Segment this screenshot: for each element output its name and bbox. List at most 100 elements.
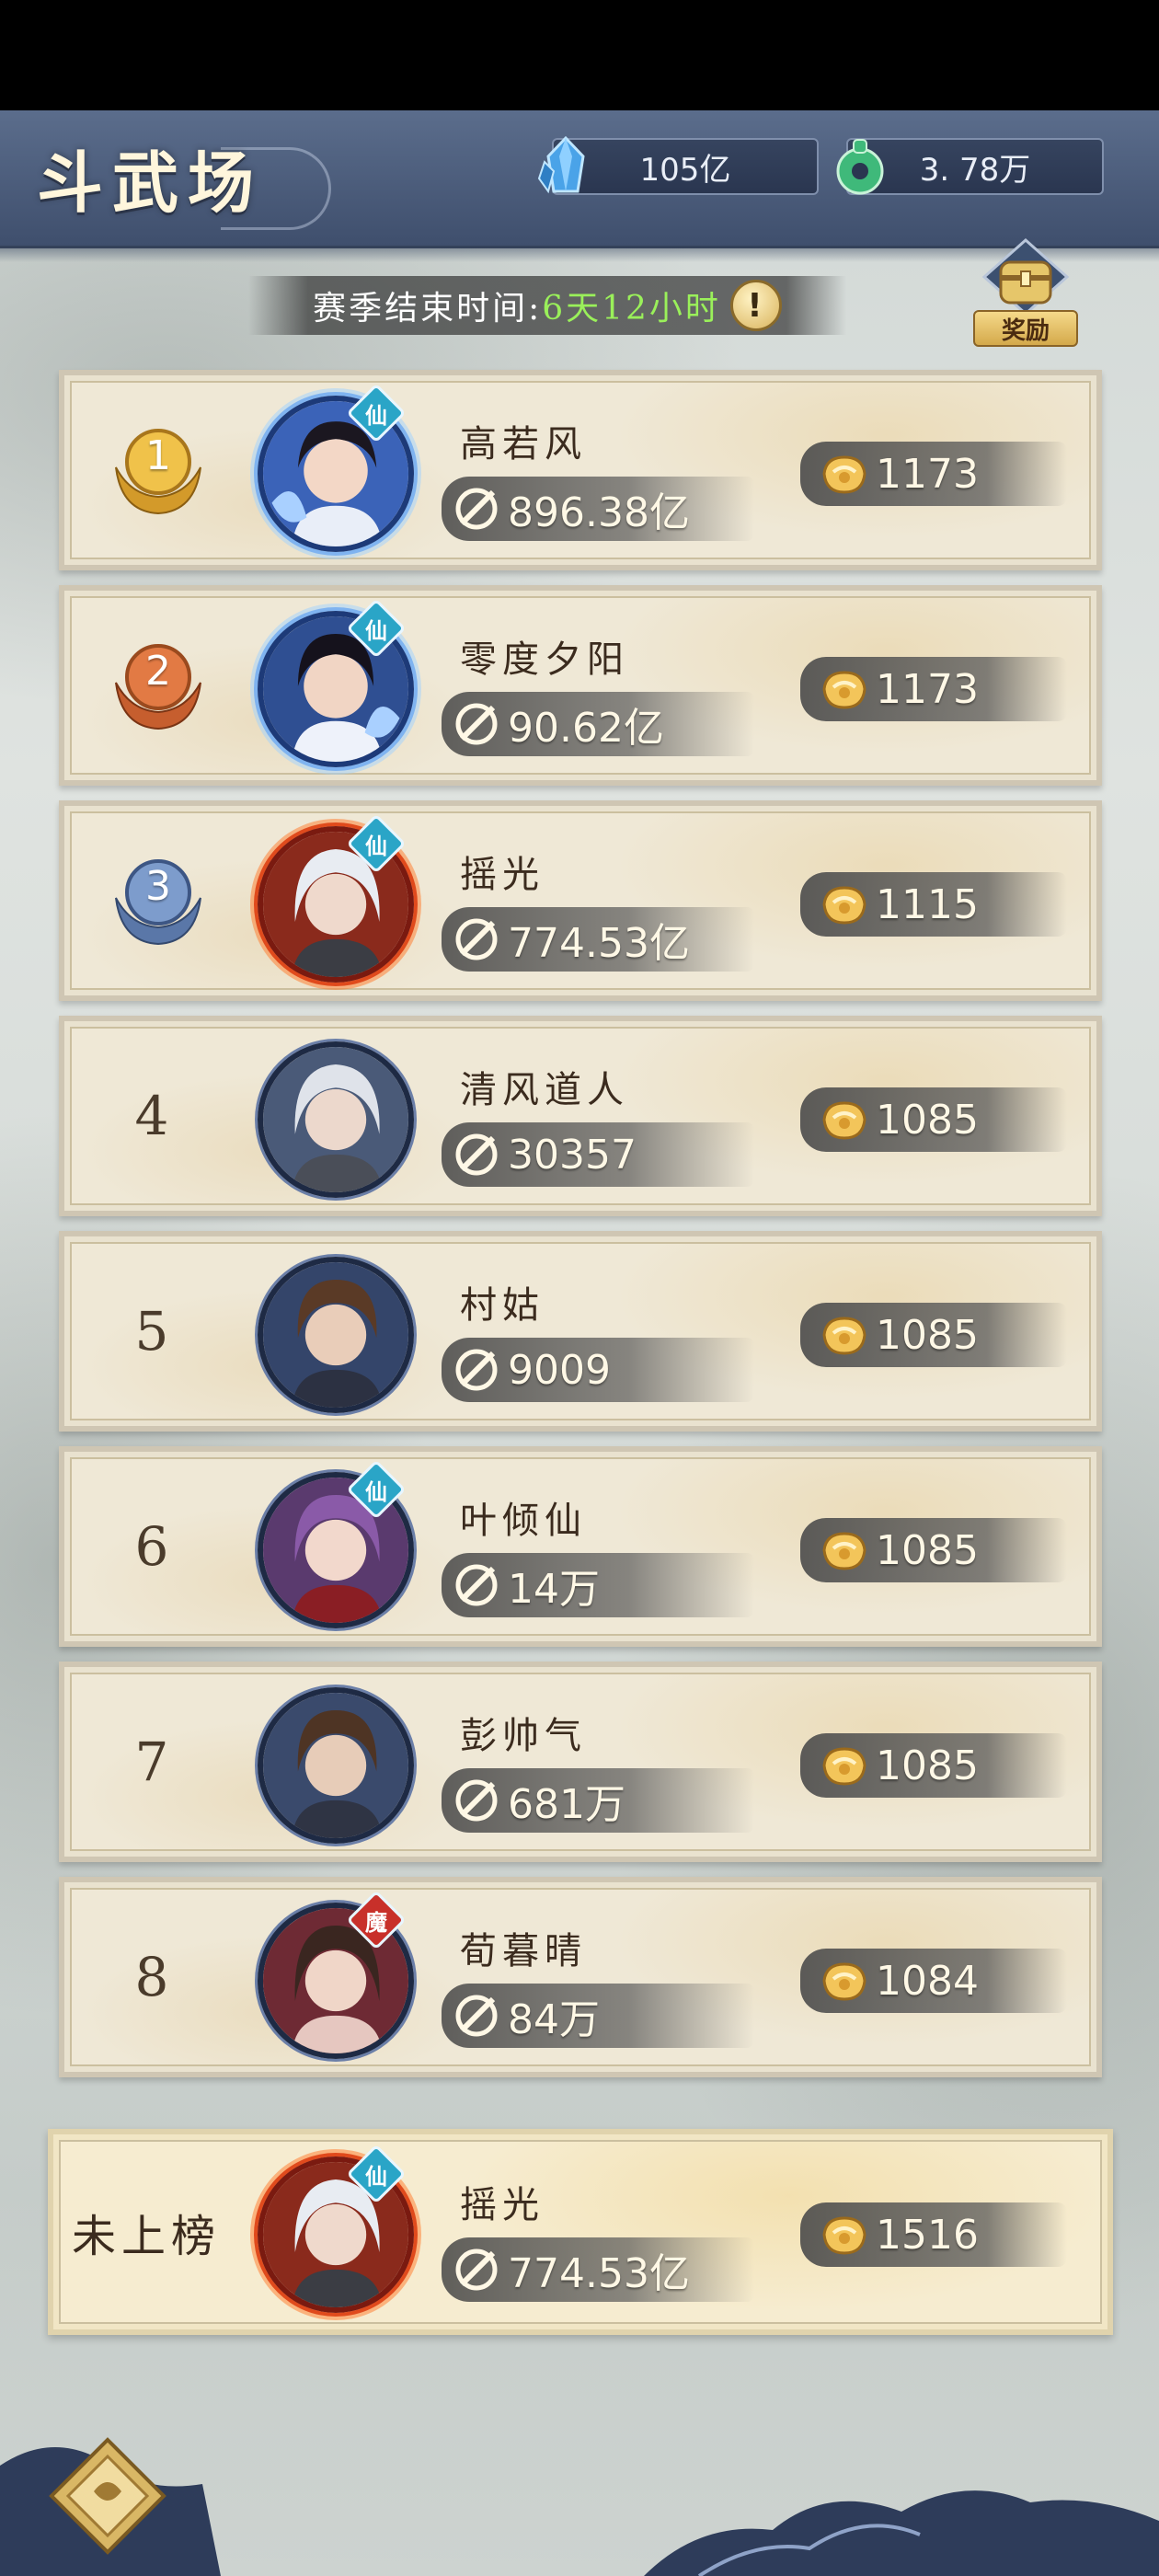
gold-ingot-score-icon [822, 1101, 866, 1140]
power-value: 774.53亿 [508, 2250, 690, 2297]
score-value: 1085 [876, 1526, 979, 1574]
ranking-row-1[interactable]: 1 仙 高若风 896.38亿 1173 [59, 370, 1102, 570]
gold-ingot-score-icon [822, 1747, 866, 1786]
avatar[interactable] [258, 1687, 414, 1844]
score-value: 1085 [876, 1096, 979, 1144]
score-value: 1173 [876, 665, 979, 713]
player-name: 零度夕阳 [460, 638, 629, 681]
gem-currency[interactable]: 105亿 [537, 135, 819, 195]
score-value: 1085 [876, 1742, 979, 1789]
rank-number: 6 [134, 1515, 169, 1578]
sword-power-icon [455, 1995, 498, 2037]
sword-power-icon [455, 488, 498, 530]
my-name: 摇光 [460, 2184, 545, 2226]
silver-medal-icon: 3 [103, 852, 213, 953]
score-bar: 1173 [800, 657, 1067, 721]
rank-number: 2 [145, 648, 171, 695]
rank-number: 5 [134, 1300, 169, 1363]
page-title: 斗武场 [37, 144, 264, 222]
header-bar: 斗武场 105亿 3. 78万 [0, 110, 1159, 262]
power-bar: 14万 [442, 1553, 754, 1617]
rank-number: 1 [145, 432, 171, 479]
power-value: 896.38亿 [508, 489, 690, 536]
power-value: 14万 [508, 1566, 600, 1613]
status-bar [0, 0, 1159, 110]
sword-power-icon [455, 918, 498, 960]
power-bar: 774.53亿 [442, 907, 754, 972]
gold-medal-icon: 1 [103, 421, 213, 523]
power-value: 9009 [508, 1346, 611, 1394]
power-value: 30357 [508, 1131, 637, 1179]
sword-power-icon [455, 1133, 498, 1176]
rank-number: 8 [134, 1946, 169, 2008]
player-name: 叶倾仙 [460, 1500, 587, 1542]
player-name: 高若风 [460, 423, 587, 466]
reward-label: 奖励 [973, 310, 1078, 347]
portrait-male-brown-hair-icon [263, 1693, 408, 1838]
portrait-male-brown-hair-icon [263, 1262, 408, 1408]
score-value: 1516 [876, 2211, 979, 2259]
sword-power-icon [455, 1564, 498, 1606]
season-label: 赛季结束时间: [313, 290, 543, 328]
gold-ingot-score-icon [822, 1317, 866, 1355]
score-value: 1173 [876, 450, 979, 498]
score-bar: 1085 [800, 1303, 1067, 1367]
score-bar: 1085 [800, 1733, 1067, 1798]
power-value: 681万 [508, 1781, 625, 1828]
score-bar: 1084 [800, 1949, 1067, 2013]
power-value: 90.62亿 [508, 705, 664, 752]
power-value: 774.53亿 [508, 920, 690, 967]
power-bar: 774.53亿 [442, 2237, 754, 2302]
score-bar: 1115 [800, 872, 1067, 937]
score-bar: 1085 [800, 1518, 1067, 1582]
reward-button[interactable]: 奖励 [966, 235, 1085, 354]
jade-amount: 3. 78万 [919, 151, 1031, 189]
player-name: 彭帅气 [460, 1715, 587, 1757]
cloud-border-decoration [0, 2447, 1159, 2576]
rank-number: 7 [134, 1731, 169, 1793]
season-end-timer: 赛季结束时间: 6天12小时 ! [248, 276, 846, 335]
score-value: 1085 [876, 1311, 979, 1359]
gold-ingot-score-icon [822, 1532, 866, 1570]
sword-power-icon [455, 703, 498, 745]
power-bar: 84万 [442, 1984, 754, 2048]
gold-ingot-score-icon [822, 886, 866, 925]
score-bar: 1173 [800, 442, 1067, 506]
gold-ingot-score-icon [822, 1962, 866, 2001]
avatar[interactable] [258, 1041, 414, 1198]
ranking-row-7[interactable]: 7 彭帅气 681万 1085 [59, 1662, 1102, 1862]
player-name: 村姑 [460, 1284, 545, 1327]
season-remaining: 6天12小时 [542, 290, 721, 328]
power-bar: 30357 [442, 1122, 754, 1187]
power-value: 84万 [508, 1996, 600, 2043]
rank-number: 4 [134, 1085, 169, 1147]
bronze-medal-icon: 2 [103, 637, 213, 738]
score-bar: 1085 [800, 1087, 1067, 1152]
ranking-row-5[interactable]: 5 村姑 9009 1085 [59, 1231, 1102, 1432]
info-icon[interactable]: ! [729, 280, 782, 331]
ranking-row-6[interactable]: 6 仙 叶倾仙 14万 1085 [59, 1446, 1102, 1647]
gold-ingot-score-icon [822, 2216, 866, 2255]
gem-amount: 105亿 [639, 151, 731, 189]
blue-crystal-icon [537, 135, 585, 194]
menu-diamond-icon [49, 2437, 166, 2555]
ranking-row-4[interactable]: 4 清风道人 30357 1085 [59, 1016, 1102, 1216]
ranking-row-2[interactable]: 2 仙 零度夕阳 90.62亿 1173 [59, 585, 1102, 786]
player-name: 清风道人 [460, 1069, 629, 1111]
rank-number: 3 [145, 863, 171, 910]
power-bar: 681万 [442, 1768, 754, 1833]
power-bar: 896.38亿 [442, 477, 754, 541]
power-bar: 9009 [442, 1338, 754, 1402]
ranking-row-3[interactable]: 3 仙 摇光 774.53亿 1115 [59, 800, 1102, 1001]
ranking-row-8[interactable]: 8 魔 荀暮晴 84万 1084 [59, 1877, 1102, 2077]
jade-coin-icon [836, 139, 884, 195]
menu-button[interactable] [48, 2436, 167, 2556]
avatar[interactable] [258, 1257, 414, 1413]
jade-currency[interactable]: 3. 78万 [836, 138, 1104, 195]
gold-ingot-score-icon [822, 671, 866, 709]
score-value: 1115 [876, 880, 979, 928]
my-ranking-row[interactable]: 未上榜 仙 摇光 774.53亿 1516 [48, 2129, 1113, 2335]
score-bar: 1516 [800, 2202, 1067, 2267]
power-bar: 90.62亿 [442, 692, 754, 756]
sword-power-icon [455, 1349, 498, 1391]
